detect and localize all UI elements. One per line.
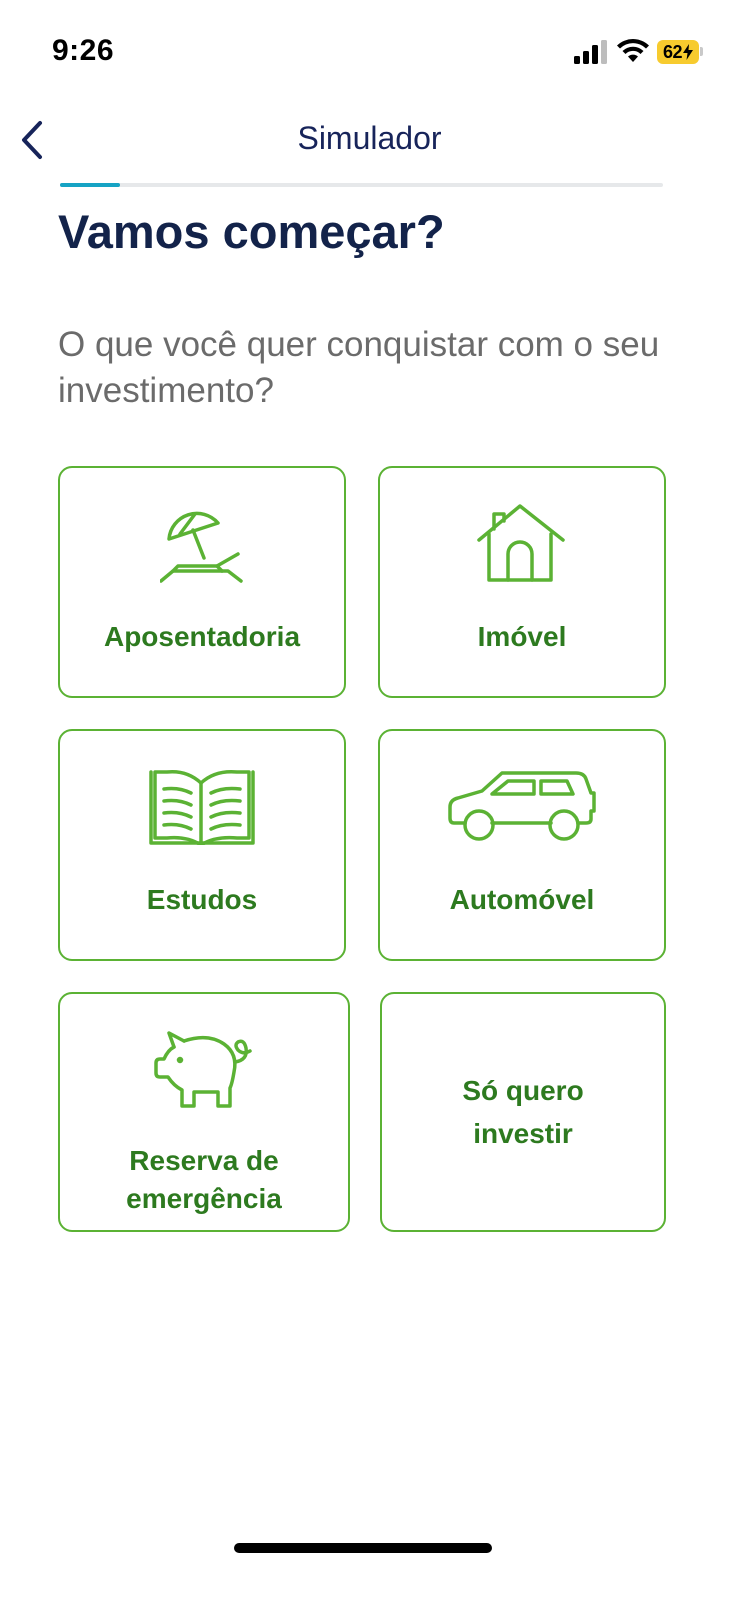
- option-label-line-2: investir: [473, 1118, 573, 1149]
- app-header: Simulador: [0, 100, 739, 178]
- option-label-line-2: emergência: [126, 1183, 282, 1214]
- piggy-bank-icon: [154, 1031, 252, 1108]
- option-label-line-1: Reserva de: [129, 1145, 279, 1176]
- option-card-so-quero-investir[interactable]: Só quero investir: [380, 992, 666, 1232]
- header-title: Simulador: [297, 120, 442, 156]
- book-icon: [149, 769, 255, 845]
- car-icon: [448, 771, 596, 841]
- option-card-estudos[interactable]: Estudos: [58, 729, 346, 961]
- page-title: Vamos começar?: [58, 205, 445, 258]
- progress-fill: [60, 183, 121, 187]
- home-indicator: [234, 1543, 492, 1553]
- option-label: Aposentadoria: [103, 621, 301, 652]
- progress-bar: [60, 183, 663, 187]
- beach-umbrella-icon: [160, 511, 243, 583]
- option-label: Imóvel: [477, 621, 567, 652]
- option-label: Automóvel: [449, 884, 595, 915]
- house-icon: [477, 504, 565, 582]
- charging-bolt-icon: [683, 44, 694, 60]
- wifi-icon: [617, 39, 649, 62]
- battery-tip: [700, 47, 703, 56]
- option-label: Estudos: [146, 884, 258, 915]
- status-bar: 9:26 62: [0, 0, 739, 100]
- option-card-automovel[interactable]: Automóvel: [378, 729, 666, 961]
- battery-level: 62: [662, 41, 683, 62]
- option-card-imovel[interactable]: Imóvel: [378, 466, 666, 698]
- battery-indicator: 62: [657, 40, 699, 64]
- option-card-aposentadoria[interactable]: Aposentadoria: [58, 466, 346, 698]
- status-time: 9:26: [52, 34, 115, 67]
- page-subtitle: O que você quer conquistar com o seu inv…: [58, 325, 660, 410]
- option-card-reserva[interactable]: Reserva de emergência: [58, 992, 350, 1232]
- option-label-line-1: Só quero: [462, 1075, 584, 1106]
- cellular-signal-icon: [574, 40, 607, 64]
